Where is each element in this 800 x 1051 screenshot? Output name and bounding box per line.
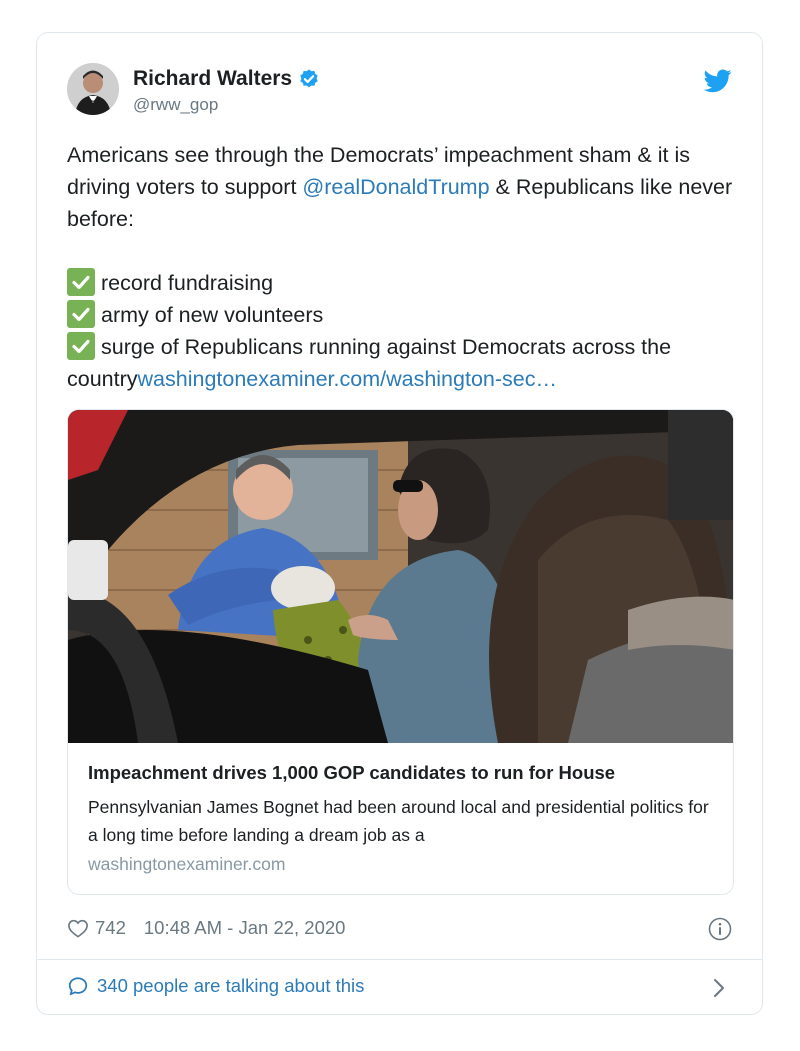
- check-mark-icon: [67, 332, 95, 360]
- link-preview-card[interactable]: Impeachment drives 1,000 GOP candidates …: [67, 409, 734, 895]
- divider: [37, 959, 762, 960]
- author-handle[interactable]: @rww_gop: [133, 95, 218, 115]
- tweet-meta: 742 10:48 AM - Jan 22, 2020: [67, 917, 345, 939]
- timestamp[interactable]: 10:48 AM - Jan 22, 2020: [144, 917, 346, 939]
- checklist-item: surge of Republicans running against Dem…: [67, 331, 747, 363]
- conversation-link[interactable]: 340 people are talking about this: [67, 975, 364, 997]
- check-mark-icon: [67, 300, 95, 328]
- checklist-item: record fundraising: [67, 267, 747, 299]
- info-icon[interactable]: [708, 917, 732, 941]
- conversation-text[interactable]: 340 people are talking about this: [97, 975, 364, 997]
- speech-bubble-icon: [68, 977, 88, 996]
- preview-title[interactable]: Impeachment drives 1,000 GOP candidates …: [88, 762, 615, 784]
- author-name[interactable]: Richard Walters: [133, 67, 320, 91]
- mention-link[interactable]: @realDonaldTrump: [302, 175, 489, 199]
- chevron-right-icon[interactable]: [712, 977, 726, 999]
- author-name-text[interactable]: Richard Walters: [133, 67, 292, 91]
- avatar[interactable]: [67, 63, 119, 115]
- verified-badge-icon: [300, 69, 318, 88]
- checklist-tail: country: [67, 367, 138, 391]
- check-mark-icon: [67, 268, 95, 296]
- checklist-item-text: army of new volunteers: [101, 303, 324, 327]
- twitter-bird-icon[interactable]: [704, 69, 732, 93]
- article-link[interactable]: washingtonexaminer.com/washington-sec…: [138, 367, 557, 391]
- tweet-card: Richard Walters @rww_gop Americans see t…: [36, 32, 763, 1015]
- tweet-text: Americans see through the Democrats’ imp…: [67, 139, 747, 395]
- preview-description: Pennsylvanian James Bognet had been arou…: [88, 797, 709, 845]
- like-count[interactable]: 742: [95, 917, 126, 939]
- heart-icon[interactable]: [67, 918, 89, 938]
- preview-photo[interactable]: [68, 410, 734, 743]
- checklist-item: army of new volunteers: [67, 299, 747, 331]
- checklist-item-text: record fundraising: [101, 271, 274, 295]
- preview-domain: washingtonexaminer.com: [88, 854, 286, 874]
- checklist-item-text: surge of Republicans running against Dem…: [101, 335, 672, 359]
